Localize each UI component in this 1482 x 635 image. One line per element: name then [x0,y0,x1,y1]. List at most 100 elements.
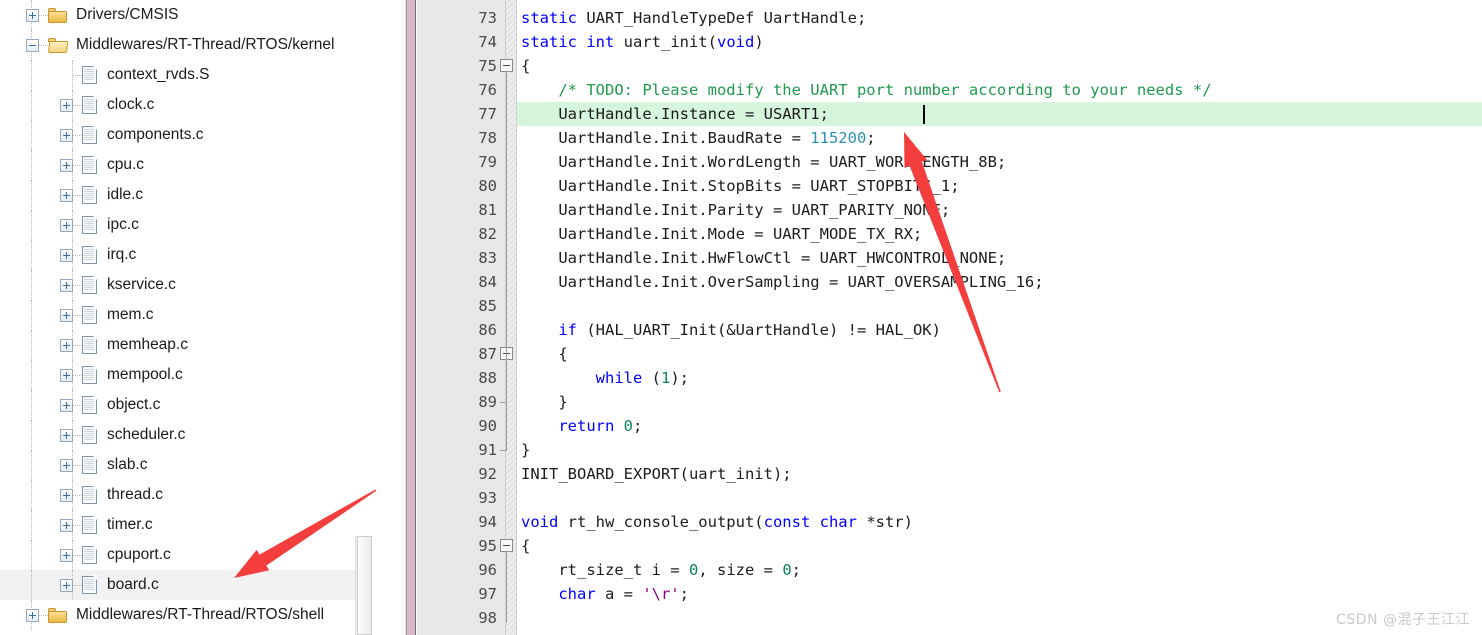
code-editor[interactable]: 73 static UART_HandleTypeDef UartHandle; 7… [417,0,1482,635]
tree-connector [73,404,82,406]
tree-item-mem-c[interactable]: mem.c [0,300,372,330]
code-line-96[interactable]: 96 rt_size_t i = 0, size = 0; [417,558,1482,582]
expand-plus-icon[interactable] [60,578,73,592]
expand-plus-icon[interactable] [60,398,73,412]
tree-guide-line [31,330,32,360]
tree-guide-line [31,570,32,600]
code-line-84[interactable]: 84 UartHandle.Init.OverSampling = UART_O… [417,270,1482,294]
code-line-79[interactable]: 79 UartHandle.Init.WordLength = UART_WOR… [417,150,1482,174]
code-token: UartHandle.Init.OverSampling = UART_OVER… [521,273,1044,291]
tree-guide-line [31,300,32,330]
expand-plus-icon[interactable] [60,458,73,472]
code-line-86[interactable]: 86 if (HAL_UART_Init(&UartHandle) != HAL… [417,318,1482,342]
code-line-87[interactable]: 87 { [417,342,1482,366]
code-line-76[interactable]: 76 /* TODO: Please modify the UART port … [417,78,1482,102]
code-line-95[interactable]: 95 { [417,534,1482,558]
line-number: 72 [417,0,497,6]
tree-item-object-c[interactable]: object.c [0,390,372,420]
code-line-80[interactable]: 80 UartHandle.Init.StopBits = UART_STOPB… [417,174,1482,198]
code-line-83[interactable]: 83 UartHandle.Init.HwFlowCtl = UART_HWCO… [417,246,1482,270]
code-line-94[interactable]: 94 void rt_hw_console_output(const char *… [417,510,1482,534]
tree-item-context-rvds-s[interactable]: context_rvds.S [0,60,372,90]
tree-item-kservice-c[interactable]: kservice.c [0,270,372,300]
tree-item-middlewares-rt-thread-rtos-shell[interactable]: Middlewares/RT-Thread/RTOS/shell [0,600,372,630]
expand-plus-icon[interactable] [60,188,73,202]
expand-plus-icon[interactable] [60,308,73,322]
code-line-75[interactable]: 75 { [417,54,1482,78]
tree-item-drivers-cmsis[interactable]: Drivers/CMSIS [0,0,372,30]
panel-splitter[interactable] [372,0,406,635]
expand-plus-icon[interactable] [60,488,73,502]
project-tree-panel[interactable]: Drivers/CMSIS Middlewares/RT-Thread/RTOS/… [0,0,372,635]
tree-connector [73,74,82,76]
tree-item-board-c[interactable]: board.c [0,570,372,600]
tree-item-idle-c[interactable]: idle.c [0,180,372,210]
tree-connector [73,104,82,106]
tree-connector [73,524,82,526]
code-line-89[interactable]: 89 } [417,390,1482,414]
expand-plus-icon[interactable] [60,518,73,532]
tree-guide-line [31,150,32,180]
line-number: 93 [478,489,497,507]
code-token: static [521,33,587,51]
code-text: rt_size_t i = 0, size = 0; [521,558,801,582]
code-line-73[interactable]: 73 static UART_HandleTypeDef UartHandle; [417,6,1482,30]
editor-left-strip [406,0,416,635]
expand-plus-icon[interactable] [60,248,73,262]
code-line-97[interactable]: 97 char a = '\r'; [417,582,1482,606]
expand-plus-icon[interactable] [60,428,73,442]
collapse-minus-icon[interactable] [26,38,39,52]
code-token: /* TODO: Please modify the UART port num… [521,81,1212,99]
code-line-88[interactable]: 88 while (1); [417,366,1482,390]
source-file-icon [82,515,98,534]
tree-item-thread-c[interactable]: thread.c [0,480,372,510]
line-number: 85 [478,297,497,315]
tree-item-memheap-c[interactable]: memheap.c [0,330,372,360]
code-text: UartHandle.Init.Parity = UART_PARITY_NON… [521,198,950,222]
tree-item-label: clock.c [107,96,155,113]
tree-item-slab-c[interactable]: slab.c [0,450,372,480]
code-line-92[interactable]: 92 INIT_BOARD_EXPORT(uart_init); [417,462,1482,486]
tree-item-scheduler-c[interactable]: scheduler.c [0,420,372,450]
expand-plus-icon[interactable] [60,338,73,352]
tree-item-mempool-c[interactable]: mempool.c [0,360,372,390]
code-line-90[interactable]: 90 return 0; [417,414,1482,438]
project-tree-list[interactable]: Drivers/CMSIS Middlewares/RT-Thread/RTOS/… [0,0,372,630]
code-line-78[interactable]: 78 UartHandle.Init.BaudRate = 115200; [417,126,1482,150]
code-line-93[interactable]: 93 [417,486,1482,510]
source-file-icon [82,455,98,474]
tree-item-timer-c[interactable]: timer.c [0,510,372,540]
tree-connector [39,44,48,46]
tree-scrollbar-thumb[interactable] [357,536,372,635]
code-token: void [521,513,559,531]
code-line-91[interactable]: 91} [417,438,1482,462]
tree-item-components-c[interactable]: components.c [0,120,372,150]
tree-vertical-scrollbar[interactable] [355,536,372,635]
expand-plus-icon[interactable] [60,548,73,562]
expand-plus-icon[interactable] [60,368,73,382]
code-line-74[interactable]: 74 static int uart_init(void) [417,30,1482,54]
tree-item-ipc-c[interactable]: ipc.c [0,210,372,240]
tree-item-middlewares-rt-thread-rtos-kernel[interactable]: Middlewares/RT-Thread/RTOS/kernel [0,30,372,60]
code-line-81[interactable]: 81 UartHandle.Init.Parity = UART_PARITY_… [417,198,1482,222]
expand-plus-icon[interactable] [60,158,73,172]
expand-plus-icon[interactable] [60,218,73,232]
tree-item-cpu-c[interactable]: cpu.c [0,150,372,180]
expand-plus-icon[interactable] [26,608,39,622]
code-text: UartHandle.Instance = USART1; [521,102,829,126]
tree-item-clock-c[interactable]: clock.c [0,90,372,120]
code-line-98[interactable]: 98 [417,606,1482,630]
code-line-85[interactable]: 85 [417,294,1482,318]
expand-plus-icon[interactable] [60,128,73,142]
expand-plus-icon[interactable] [26,8,39,22]
tree-connector [73,554,82,556]
text-caret [923,105,925,124]
code-line-82[interactable]: 82 UartHandle.Init.Mode = UART_MODE_TX_R… [417,222,1482,246]
tree-item-cpuport-c[interactable]: cpuport.c [0,540,372,570]
code-line-77[interactable]: 77 UartHandle.Instance = USART1; [417,102,1482,126]
expand-plus-icon[interactable] [60,98,73,112]
expand-plus-icon[interactable] [60,278,73,292]
code-text: if (HAL_UART_Init(&UartHandle) != HAL_OK… [521,318,941,342]
tree-item-irq-c[interactable]: irq.c [0,240,372,270]
